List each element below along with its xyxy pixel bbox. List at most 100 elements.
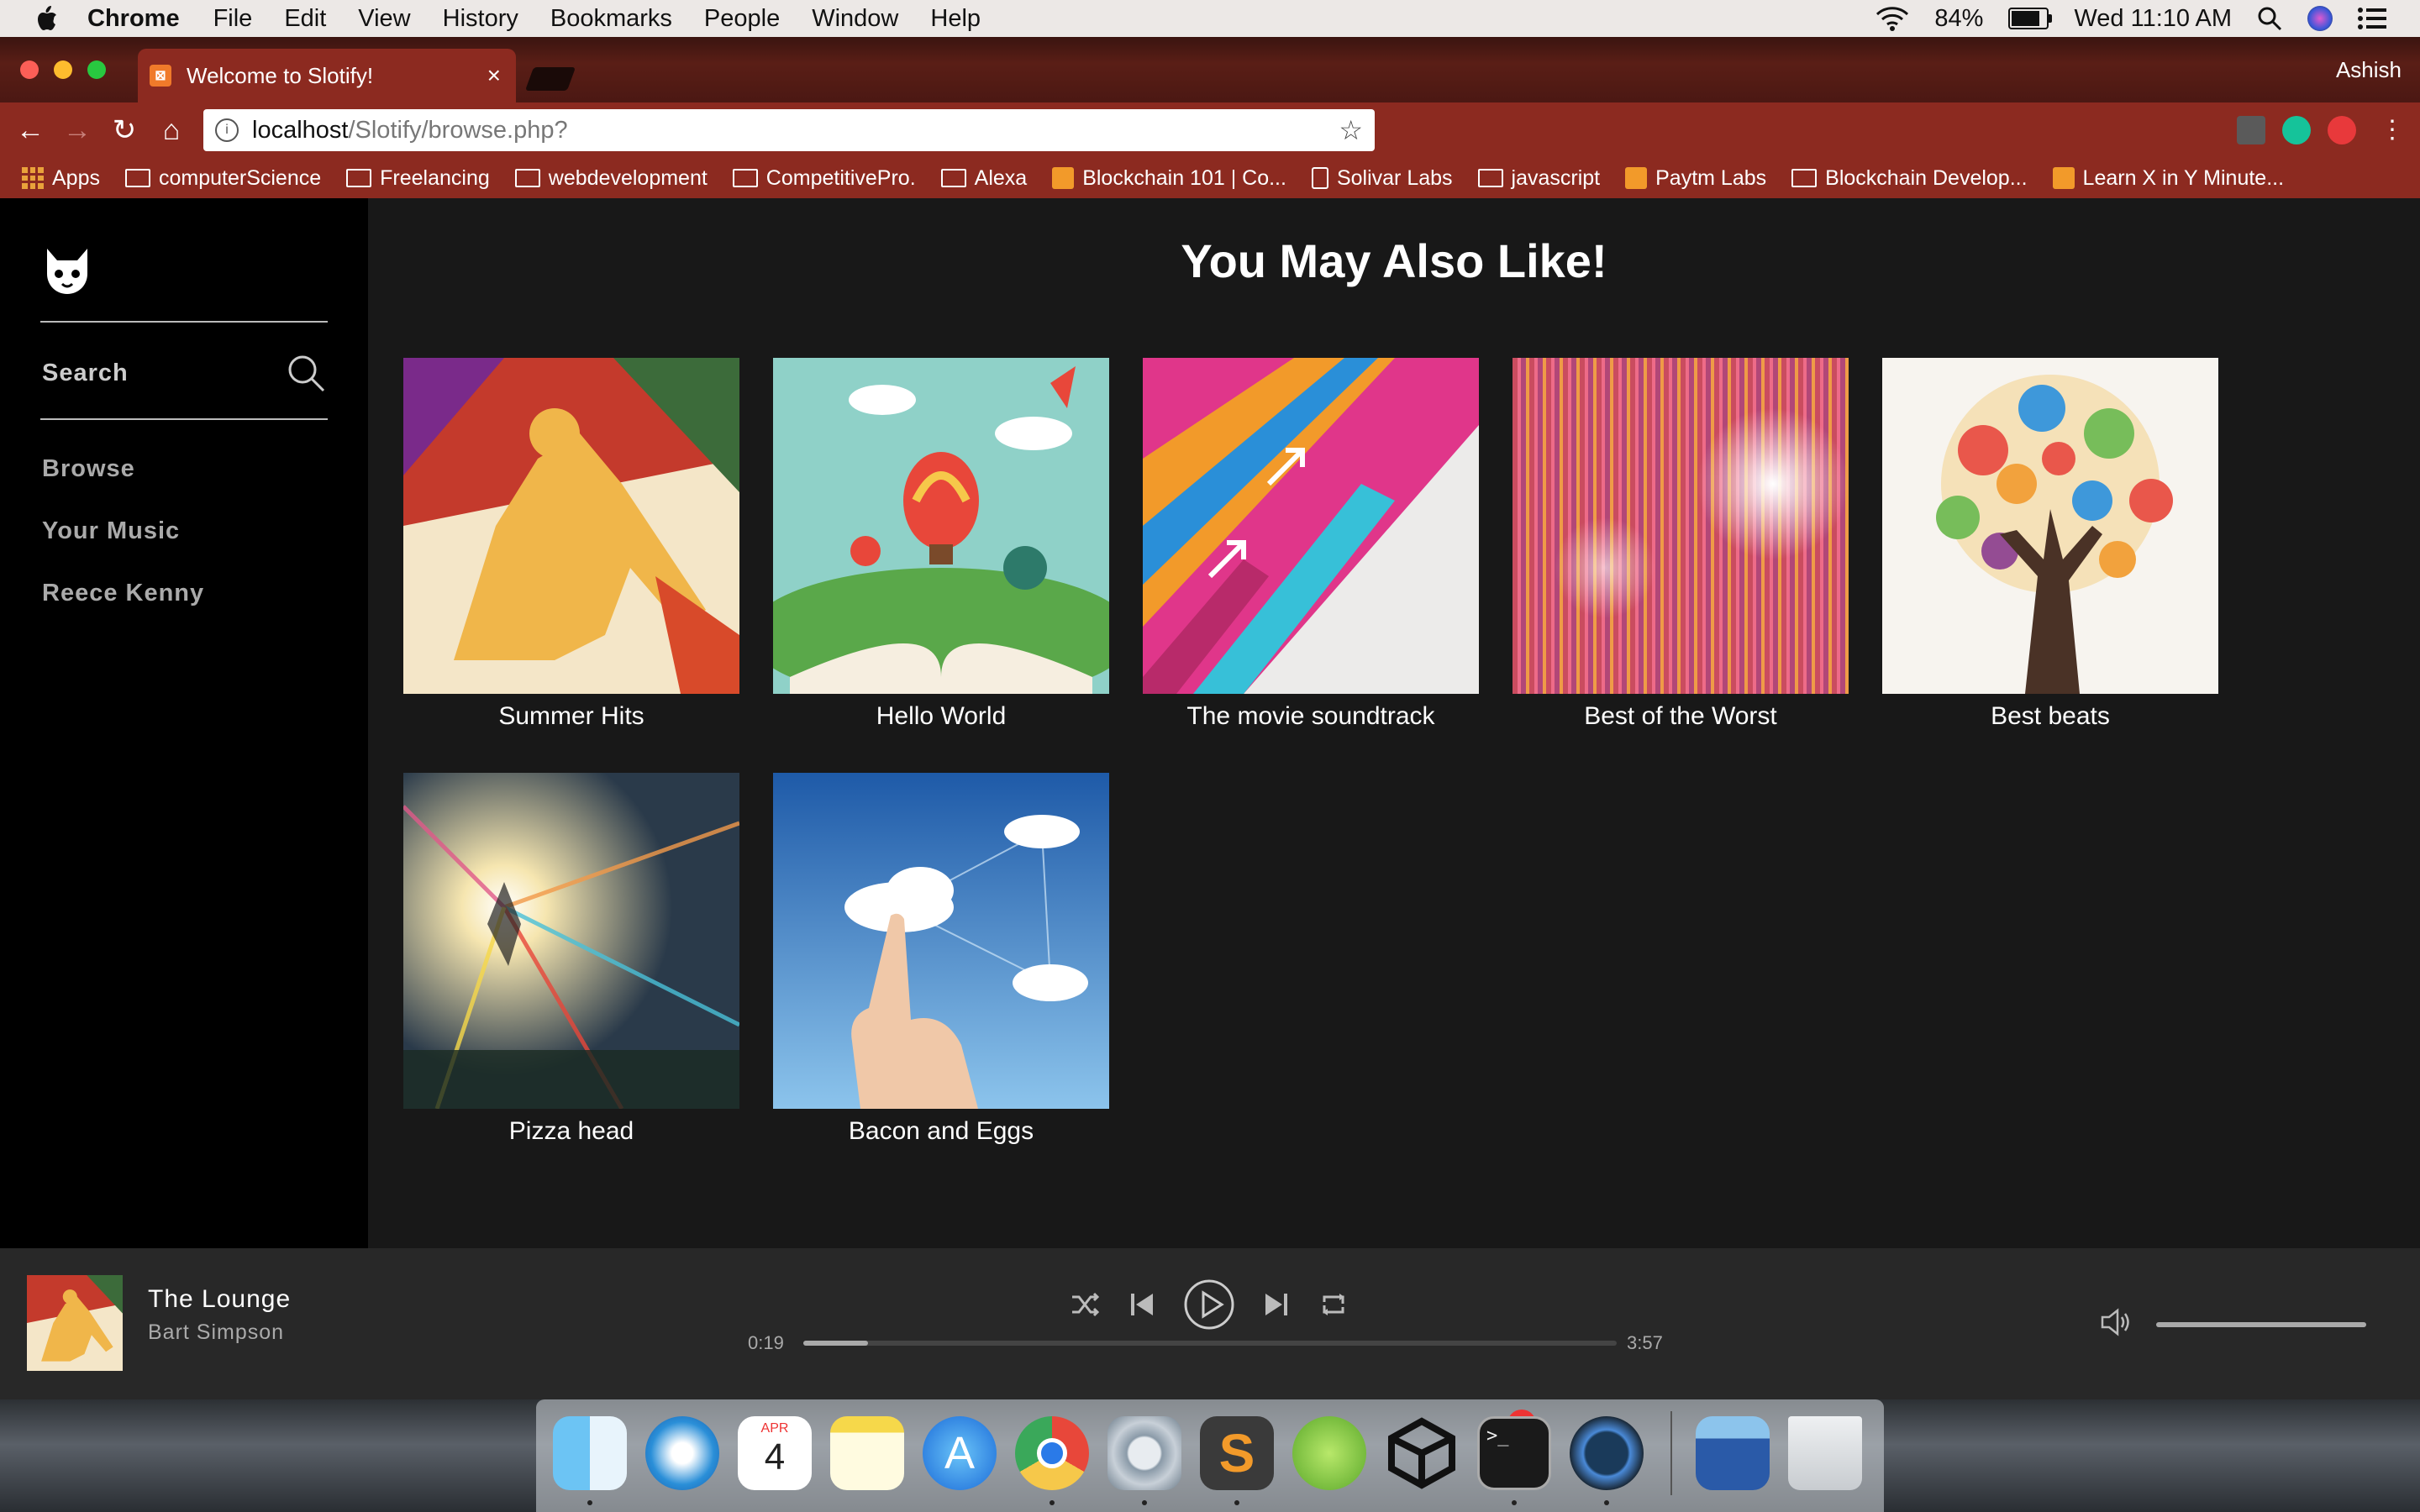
finder-icon[interactable] (553, 1416, 627, 1490)
safari-icon[interactable] (645, 1416, 719, 1490)
album-art[interactable] (403, 773, 739, 1109)
shuffle-icon[interactable] (1071, 1290, 1099, 1319)
menu-help[interactable]: Help (930, 5, 981, 33)
address-bar[interactable]: i localhost/Slotify/browse.php? ☆ (203, 109, 1375, 151)
adblock-extension-icon[interactable] (2328, 116, 2356, 144)
menu-bookmarks[interactable]: Bookmarks (550, 5, 672, 33)
volume-icon[interactable] (2099, 1307, 2133, 1337)
repeat-icon[interactable] (1319, 1290, 1348, 1319)
now-playing-artist[interactable]: Bart Simpson (148, 1320, 284, 1345)
grammarly-extension-icon[interactable] (2282, 116, 2311, 144)
previous-track-icon[interactable] (1129, 1290, 1155, 1319)
bookmark-item[interactable]: Blockchain 101 | Co... (1052, 166, 1286, 191)
sidebar-search-link[interactable]: Search (42, 360, 129, 387)
album-title[interactable]: The movie soundtrack (1143, 702, 1479, 731)
bookmark-item[interactable]: Apps (0, 166, 100, 191)
album-card[interactable]: The movie soundtrack (1143, 358, 1479, 731)
menu-file[interactable]: File (213, 5, 253, 33)
window-zoom-button[interactable] (87, 60, 106, 79)
chrome-icon[interactable] (1015, 1416, 1089, 1490)
wifi-icon[interactable] (1876, 6, 1909, 31)
album-title[interactable]: Hello World (773, 702, 1109, 731)
menu-clock[interactable]: Wed 11:10 AM (2074, 5, 2232, 33)
album-card[interactable]: Pizza head (403, 773, 739, 1146)
now-playing-album-art[interactable] (27, 1275, 123, 1371)
sidebar-item-browse[interactable]: Browse (42, 455, 135, 483)
album-art[interactable] (1143, 358, 1479, 694)
unity-icon[interactable] (1385, 1416, 1459, 1490)
downloads-folder-icon[interactable] (1696, 1416, 1770, 1490)
bookmark-item[interactable]: computerScience (124, 166, 321, 191)
sidebar-item-profile[interactable]: Reece Kenny (42, 580, 204, 607)
volume-slider[interactable] (2156, 1322, 2366, 1327)
siri-icon[interactable] (2307, 6, 2333, 31)
now-playing-track[interactable]: The Lounge (148, 1285, 291, 1314)
window-minimize-button[interactable] (54, 60, 72, 79)
album-art[interactable] (773, 773, 1109, 1109)
bookmark-item[interactable]: CompetitivePro. (732, 166, 916, 191)
extension-pen-icon[interactable] (2237, 116, 2265, 144)
bookmark-item[interactable]: Solivar Labs (1311, 166, 1453, 191)
menu-app-name[interactable]: Chrome (87, 5, 180, 33)
spotlight-search-icon[interactable] (2257, 6, 2282, 31)
chrome-menu-icon[interactable]: ⋮ (2378, 116, 2407, 144)
album-art[interactable] (1882, 358, 2218, 694)
album-art[interactable] (403, 358, 739, 694)
apple-icon[interactable] (34, 4, 59, 33)
home-icon[interactable]: ⌂ (148, 114, 195, 147)
android-studio-icon[interactable] (1292, 1416, 1366, 1490)
back-arrow-icon[interactable]: ← (7, 114, 54, 147)
system-preferences-icon[interactable] (1107, 1416, 1181, 1490)
calendar-icon[interactable]: APR 4 (738, 1416, 812, 1490)
terminal-icon[interactable]: >_ (1477, 1416, 1551, 1490)
album-art[interactable] (773, 358, 1109, 694)
app-store-icon[interactable]: A (923, 1416, 997, 1490)
site-info-icon[interactable]: i (215, 118, 239, 142)
album-card[interactable]: Summer Hits (403, 358, 739, 731)
window-close-button[interactable] (20, 60, 39, 79)
bookmark-item[interactable]: javascript (1477, 166, 1600, 191)
battery-icon[interactable] (2008, 8, 2053, 29)
bookmark-label: Freelancing (380, 165, 490, 190)
search-icon[interactable] (286, 353, 328, 395)
menu-window[interactable]: Window (812, 5, 898, 33)
menu-people[interactable]: People (704, 5, 780, 33)
browser-tab-active[interactable]: ⊠ Welcome to Slotify! × (138, 49, 516, 102)
album-title[interactable]: Summer Hits (403, 702, 739, 731)
bookmark-item[interactable]: webdevelopment (514, 166, 708, 191)
trash-icon[interactable] (1788, 1416, 1862, 1490)
album-title[interactable]: Best of the Worst (1512, 702, 1849, 731)
forward-arrow-icon[interactable]: → (54, 114, 101, 147)
progress-bar[interactable] (803, 1341, 1617, 1346)
album-title[interactable]: Best beats (1882, 702, 2218, 731)
slotify-logo-icon[interactable] (40, 244, 94, 297)
bookmark-item[interactable]: Learn X in Y Minute... (2052, 166, 2284, 191)
folder-icon (732, 169, 758, 187)
sublime-text-icon[interactable]: S (1200, 1416, 1274, 1490)
profile-name[interactable]: Ashish (2336, 57, 2402, 83)
notification-center-icon[interactable] (2358, 7, 2386, 30)
album-title[interactable]: Bacon and Eggs (773, 1117, 1109, 1146)
quicktime-icon[interactable] (1570, 1416, 1644, 1490)
album-card[interactable]: Bacon and Eggs (773, 773, 1109, 1146)
bookmark-item[interactable]: Paytm Labs (1625, 166, 1766, 191)
menu-edit[interactable]: Edit (284, 5, 326, 33)
reload-icon[interactable]: ↻ (101, 113, 148, 147)
play-button[interactable] (1183, 1278, 1235, 1331)
album-card[interactable]: Best beats (1882, 358, 2218, 731)
album-art[interactable] (1512, 358, 1849, 694)
album-card[interactable]: Hello World (773, 358, 1109, 731)
bookmark-item[interactable]: Alexa (940, 166, 1027, 191)
album-title[interactable]: Pizza head (403, 1117, 739, 1146)
new-tab-button[interactable] (524, 67, 576, 91)
bookmark-item[interactable]: Freelancing (346, 166, 490, 191)
album-card[interactable]: Best of the Worst (1512, 358, 1849, 731)
sidebar-item-your-music[interactable]: Your Music (42, 517, 180, 545)
bookmark-star-icon[interactable]: ☆ (1339, 114, 1363, 146)
notes-icon[interactable] (830, 1416, 904, 1490)
menu-view[interactable]: View (358, 5, 410, 33)
menu-history[interactable]: History (443, 5, 518, 33)
tab-close-icon[interactable]: × (487, 62, 501, 89)
bookmark-item[interactable]: Blockchain Develop... (1791, 166, 2028, 191)
next-track-icon[interactable] (1264, 1290, 1289, 1319)
